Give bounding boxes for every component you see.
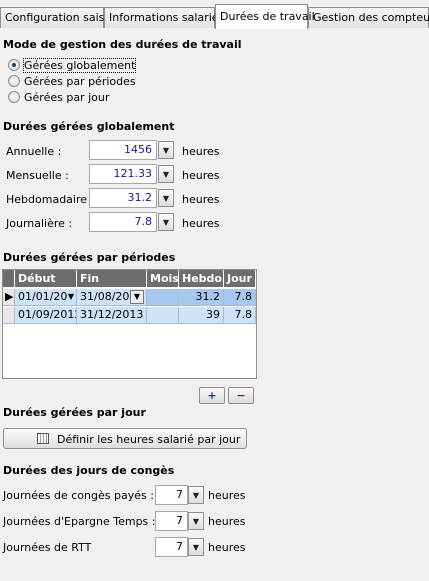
chevron-down-icon: ▼ (192, 516, 200, 526)
table-row-cell[interactable]: 7.8 (224, 289, 256, 306)
radio-label: Gérées globalement (22, 57, 137, 73)
table-row-cell[interactable]: 39 (179, 307, 224, 324)
tab-configuration-saisie[interactable]: Configuration saisie (0, 7, 114, 28)
radio-label: Gérées par périodes (24, 74, 136, 88)
remove-period-button[interactable]: − (228, 387, 254, 404)
column-header-fin[interactable]: Fin (77, 270, 147, 287)
chevron-down-icon: ▼ (192, 542, 200, 552)
hebdomadaire-unit: heures (182, 193, 220, 206)
rtt-label: Journées de RTT (3, 541, 92, 554)
hebdomadaire-input[interactable]: 31.2 (89, 188, 157, 208)
table-row-cell[interactable]: 01/01/20 ▼ (15, 289, 77, 306)
annuelle-dropdown[interactable]: ▼ (158, 141, 174, 159)
rtt-dropdown[interactable]: ▼ (188, 538, 204, 556)
annuelle-label: Annuelle : (6, 145, 62, 158)
rtt-input[interactable]: 7 (155, 537, 188, 557)
radio-geres-globalement[interactable]: Gérées globalement (8, 57, 137, 73)
epargne-temps-label: Journées d'Epargne Temps : (3, 515, 156, 528)
table-row-cell[interactable]: 31.2 (179, 289, 224, 306)
journaliere-input[interactable]: 7.8 (89, 212, 157, 232)
row-selector-icon[interactable]: ▶ (3, 289, 15, 306)
column-header-hebdo[interactable]: Hebdo (179, 270, 224, 287)
mode-section-title: Mode de gestion des durées de travail (3, 38, 242, 51)
mensuelle-dropdown[interactable]: ▼ (158, 165, 174, 183)
tab-label: Durées de travail (220, 10, 315, 23)
radio-geres-par-jour[interactable]: Gérées par jour (8, 90, 109, 104)
tab-bar: Configuration saisie Informations salari… (0, 4, 429, 29)
chevron-down-icon: ▼ (162, 145, 170, 155)
table-row-cell[interactable]: 31/12/2013 (77, 307, 147, 324)
tab-informations-salaries[interactable]: Informations salariés (104, 7, 224, 28)
row-selector[interactable] (3, 307, 15, 324)
rtt-unit: heures (208, 541, 246, 554)
epargne-temps-dropdown[interactable]: ▼ (188, 512, 204, 530)
journaliere-label: Journalière : (6, 217, 73, 230)
annuelle-unit: heures (182, 145, 220, 158)
periods-grid[interactable]: Début Fin Mois Hebdo Jour ▶ 01/01/20 ▼ 31… (2, 269, 257, 379)
conges-payes-label: Journées de congès payés : (3, 489, 154, 502)
mensuelle-unit: heures (182, 169, 220, 182)
radio-unchecked-icon (8, 91, 20, 103)
table-row-cell[interactable]: 31/08/20: ▼ (77, 289, 147, 306)
tab-durees-de-travail[interactable]: Durées de travail (215, 4, 315, 29)
durees-panel: Mode de gestion des durées de travail Gé… (0, 28, 429, 581)
conges-payes-unit: heures (208, 489, 246, 502)
button-label: Définir les heures salarié par jour (57, 433, 241, 446)
hebdomadaire-label: Hebdomadaire : (6, 193, 95, 206)
calendar-icon (37, 433, 49, 444)
tab-label: Gestion des compteurs (313, 11, 429, 24)
global-section-title: Durées gérées globalement (3, 120, 175, 133)
chevron-down-icon: ▼ (162, 193, 170, 203)
table-row-cell[interactable] (147, 307, 179, 324)
radio-label: Gérées par jour (24, 90, 110, 104)
radio-geres-par-periodes[interactable]: Gérées par périodes (8, 74, 136, 88)
per-day-section-title: Durées gérées par jour (3, 406, 146, 419)
table-row-cell[interactable]: 01/09/2012 (15, 307, 77, 324)
column-header-jour[interactable]: Jour (224, 270, 256, 287)
mensuelle-label: Mensuelle : (6, 169, 69, 182)
table-row-cell[interactable]: 7.8 (224, 307, 256, 324)
chevron-down-icon[interactable]: ▼ (68, 289, 74, 305)
add-period-button[interactable]: + (199, 387, 225, 404)
mensuelle-input[interactable]: 121.33 (89, 164, 157, 184)
conges-section-title: Durées des jours de congès (3, 464, 175, 477)
chevron-down-icon: ▼ (192, 490, 200, 500)
periods-section-title: Durées gérées par périodes (3, 251, 176, 264)
conges-payes-dropdown[interactable]: ▼ (188, 486, 204, 504)
column-header-mois[interactable]: Mois (147, 270, 179, 287)
chevron-down-icon: ▼ (162, 217, 170, 227)
radio-checked-icon (8, 59, 20, 71)
chevron-down-icon[interactable]: ▼ (130, 290, 144, 304)
column-header-debut[interactable]: Début (15, 270, 77, 287)
tab-label: Configuration saisie (5, 11, 115, 24)
chevron-down-icon: ▼ (162, 169, 170, 179)
define-hours-per-day-button[interactable]: Définir les heures salarié par jour (3, 428, 247, 449)
journaliere-unit: heures (182, 217, 220, 230)
table-row-cell[interactable] (147, 289, 179, 306)
cell-value: 01/01/20 (18, 290, 68, 303)
cell-value: 31/08/20: (80, 290, 134, 303)
journaliere-dropdown[interactable]: ▼ (158, 213, 174, 231)
radio-unchecked-icon (8, 75, 20, 87)
annuelle-input[interactable]: 1456 (89, 140, 157, 160)
grid-corner-icon (3, 270, 15, 287)
epargne-temps-unit: heures (208, 515, 246, 528)
epargne-temps-input[interactable]: 7 (155, 511, 188, 531)
hebdomadaire-dropdown[interactable]: ▼ (158, 189, 174, 207)
tab-gestion-des-compteurs[interactable]: Gestion des compteurs (308, 7, 429, 28)
tab-label: Informations salariés (109, 11, 225, 24)
conges-payes-input[interactable]: 7 (155, 485, 188, 505)
